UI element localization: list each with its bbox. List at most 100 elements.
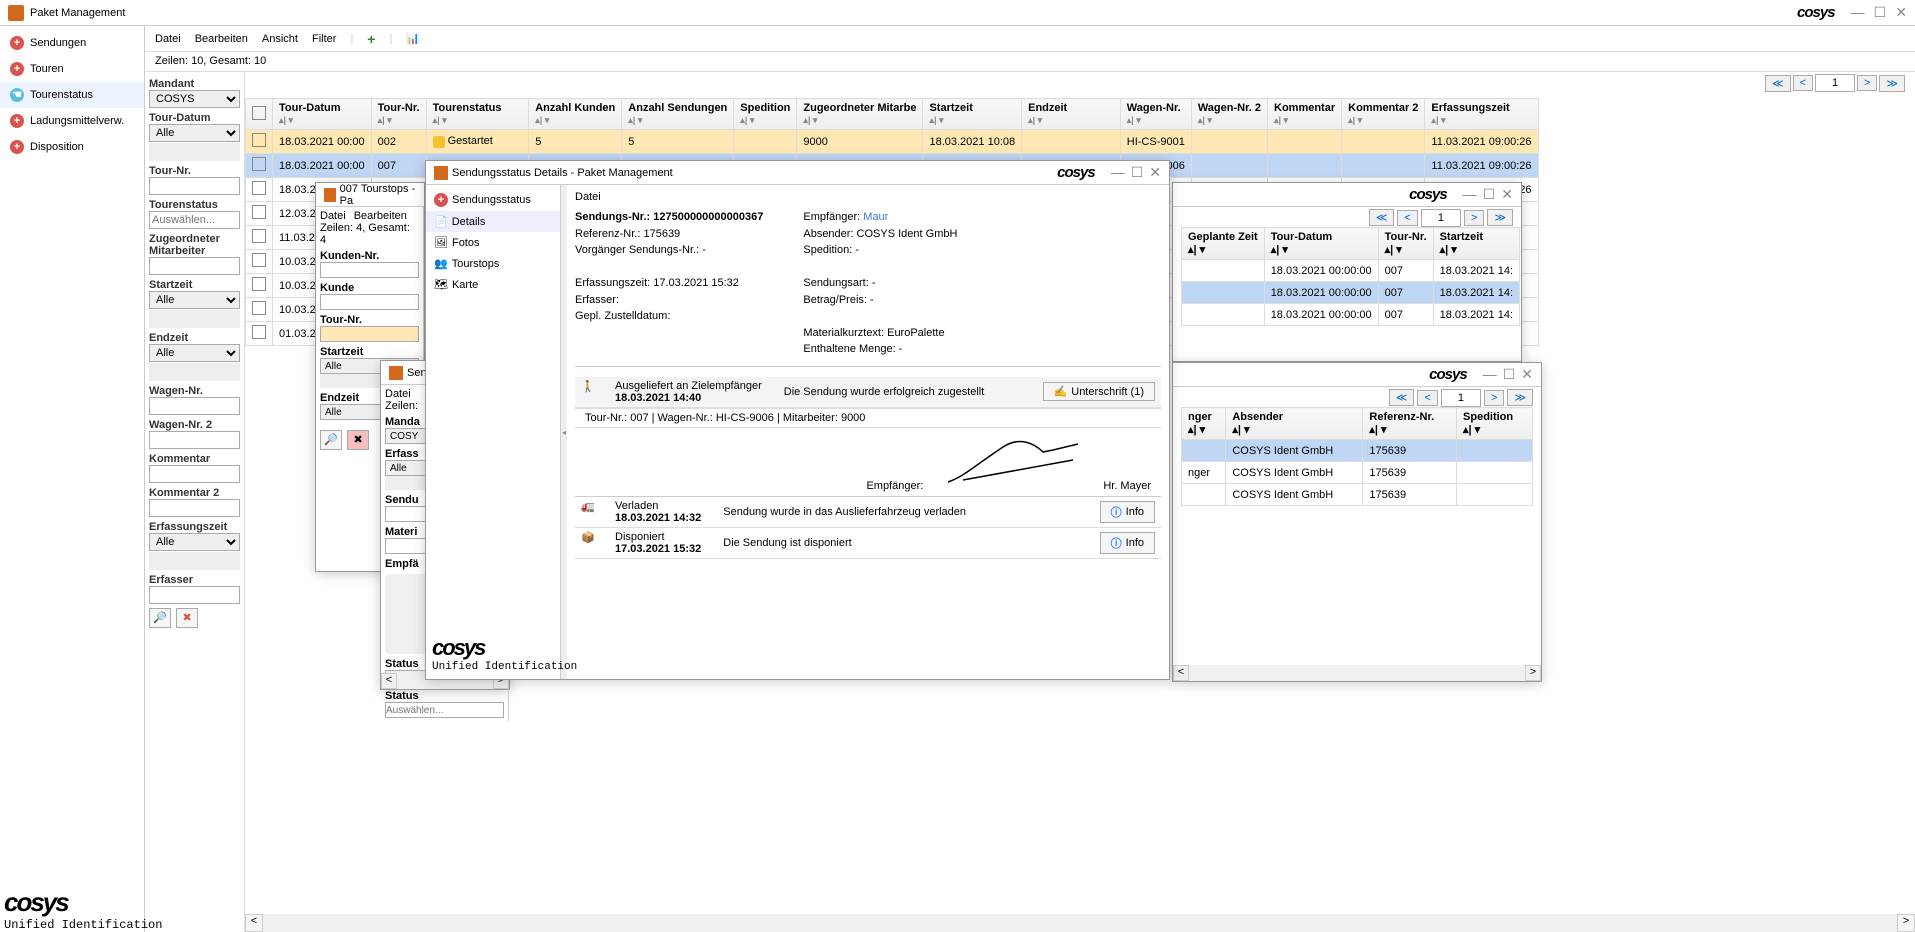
- pager-last[interactable]: ≫: [1507, 389, 1533, 406]
- checkbox[interactable]: [252, 253, 266, 267]
- filter-status2[interactable]: [385, 702, 504, 718]
- col-header[interactable]: Tour-Nr.▴| ▾: [1378, 228, 1433, 260]
- close-button[interactable]: ✕: [1149, 164, 1161, 181]
- filter-endzeit[interactable]: Alle: [149, 344, 240, 362]
- col-header[interactable]: Absender▴| ▾: [1226, 408, 1363, 440]
- checkbox[interactable]: [252, 205, 266, 219]
- filter-tournr[interactable]: [149, 177, 240, 195]
- col-header[interactable]: Geplante Zeit▴| ▾: [1182, 228, 1265, 260]
- checkbox[interactable]: [252, 277, 266, 291]
- col-header[interactable]: Referenz-Nr.▴| ▾: [1363, 408, 1457, 440]
- filter-erfasser[interactable]: [149, 586, 240, 604]
- close-button[interactable]: ✕: [1521, 366, 1533, 383]
- col-header[interactable]: Startzeit▴| ▾: [1433, 228, 1519, 260]
- maximize-button[interactable]: ☐: [1131, 164, 1144, 181]
- menu-datei[interactable]: Datei: [575, 191, 601, 203]
- clear-icon[interactable]: ✖: [347, 430, 369, 450]
- filter-erfassungszeit[interactable]: Alle: [149, 533, 240, 551]
- pager-prev[interactable]: <: [1793, 75, 1813, 91]
- table-row[interactable]: 18.03.2021 00:00:0000718.03.2021 14:: [1182, 304, 1520, 326]
- scroll-right-icon[interactable]: >: [1897, 914, 1915, 932]
- col-header[interactable]: Anzahl Kunden▴| ▾: [529, 99, 622, 130]
- menu-datei[interactable]: Datei: [385, 388, 411, 400]
- menu-bearbeiten[interactable]: Bearbeiten: [195, 33, 248, 45]
- filter-mandant[interactable]: COSYS: [149, 90, 240, 108]
- pager-prev[interactable]: <: [1397, 210, 1417, 226]
- pager-page[interactable]: [1815, 74, 1855, 92]
- pager-next[interactable]: >: [1484, 390, 1504, 406]
- maximize-button[interactable]: ☐: [1503, 366, 1516, 383]
- pager-last[interactable]: ≫: [1879, 75, 1905, 92]
- col-header[interactable]: nger▴| ▾: [1182, 408, 1226, 440]
- nav-fotos[interactable]: 🖼Fotos: [426, 232, 560, 253]
- col-header[interactable]: Wagen-Nr. 2▴| ▾: [1191, 99, 1267, 130]
- col-header[interactable]: Kommentar▴| ▾: [1268, 99, 1342, 130]
- search-icon[interactable]: 🔎: [320, 430, 342, 450]
- checkbox[interactable]: [252, 106, 266, 120]
- filter-kom2[interactable]: [149, 499, 240, 517]
- recipient-link[interactable]: Maur: [863, 211, 888, 223]
- add-button[interactable]: +: [367, 31, 375, 47]
- col-header[interactable]: Tour-Nr.▴| ▾: [371, 99, 426, 130]
- horizontal-scrollbar[interactable]: < >: [245, 914, 1915, 932]
- checkbox[interactable]: [252, 133, 266, 147]
- scroll-left-icon[interactable]: <: [1173, 665, 1189, 681]
- pager-page[interactable]: [1421, 209, 1461, 227]
- col-header[interactable]: Tourenstatus▴| ▾: [426, 99, 529, 130]
- close-button[interactable]: ✕: [1501, 186, 1513, 203]
- filter-kunde[interactable]: [320, 294, 419, 310]
- menu-datei[interactable]: Datei: [155, 33, 181, 45]
- table-row[interactable]: COSYS Ident GmbH175639: [1182, 484, 1533, 506]
- menu-filter[interactable]: Filter: [312, 33, 336, 45]
- scroll-left-icon[interactable]: <: [245, 914, 263, 932]
- pager-first[interactable]: ≪: [1765, 75, 1791, 92]
- col-header[interactable]: Startzeit▴| ▾: [923, 99, 1022, 130]
- menu-bearbeiten[interactable]: Bearbeiten: [354, 210, 407, 222]
- checkbox[interactable]: [252, 325, 266, 339]
- col-header[interactable]: Tour-Datum▴| ▾: [273, 99, 372, 130]
- pager-last[interactable]: ≫: [1487, 209, 1513, 226]
- search-icon[interactable]: 🔎: [149, 608, 171, 628]
- pager-page[interactable]: [1441, 389, 1481, 407]
- maximize-button[interactable]: ☐: [1483, 186, 1496, 203]
- checkbox[interactable]: [252, 301, 266, 315]
- minimize-button[interactable]: —: [1463, 186, 1477, 202]
- scroll-left-icon[interactable]: <: [381, 673, 397, 689]
- col-header[interactable]: Endzeit▴| ▾: [1022, 99, 1121, 130]
- minimize-button[interactable]: —: [1111, 164, 1125, 180]
- pager-next[interactable]: >: [1857, 75, 1877, 91]
- filter-tourdatum[interactable]: Alle: [149, 124, 240, 142]
- sidebar-item-ladungsmittel[interactable]: +Ladungsmittelverw.: [0, 108, 144, 134]
- col-header[interactable]: Erfassungszeit▴| ▾: [1425, 99, 1538, 130]
- filter-kom1[interactable]: [149, 465, 240, 483]
- signature-button[interactable]: ✍Unterschrift (1): [1043, 382, 1155, 401]
- filter-startzeit[interactable]: Alle: [149, 291, 240, 309]
- info-button[interactable]: ⓘInfo: [1100, 532, 1155, 554]
- filter-tournr[interactable]: [320, 326, 419, 342]
- checkbox[interactable]: [252, 181, 266, 195]
- pager-first[interactable]: ≪: [1389, 389, 1415, 406]
- filter-tourenstatus[interactable]: [149, 211, 240, 229]
- minimize-button[interactable]: —: [1851, 4, 1865, 20]
- nav-details[interactable]: 📄Details: [426, 211, 560, 232]
- table-row[interactable]: 18.03.2021 00:00:0000718.03.2021 14:: [1182, 260, 1520, 282]
- nav-sendungsstatus[interactable]: +Sendungsstatus: [426, 189, 560, 211]
- minimize-button[interactable]: —: [1483, 366, 1497, 382]
- clear-icon[interactable]: ✖: [176, 608, 198, 628]
- filter-kundennr[interactable]: [320, 262, 419, 278]
- sidebar-item-sendungen[interactable]: +Sendungen: [0, 30, 144, 56]
- col-header[interactable]: Tour-Datum▴| ▾: [1264, 228, 1378, 260]
- filter-wagen2[interactable]: [149, 431, 240, 449]
- scroll-right-icon[interactable]: >: [1525, 665, 1541, 681]
- col-header[interactable]: [246, 99, 273, 130]
- chart-icon[interactable]: 📊: [406, 32, 420, 45]
- table-row[interactable]: 18.03.2021 00:00:0000718.03.2021 14:: [1182, 282, 1520, 304]
- nav-karte[interactable]: 🗺Karte: [426, 274, 560, 295]
- menu-ansicht[interactable]: Ansicht: [262, 33, 298, 45]
- col-header[interactable]: Spedition▴| ▾: [734, 99, 797, 130]
- table-row[interactable]: ngerCOSYS Ident GmbH175639: [1182, 462, 1533, 484]
- pager-prev[interactable]: <: [1417, 390, 1437, 406]
- menu-datei[interactable]: Datei: [320, 210, 346, 222]
- checkbox[interactable]: [252, 157, 266, 171]
- maximize-button[interactable]: ☐: [1874, 4, 1887, 21]
